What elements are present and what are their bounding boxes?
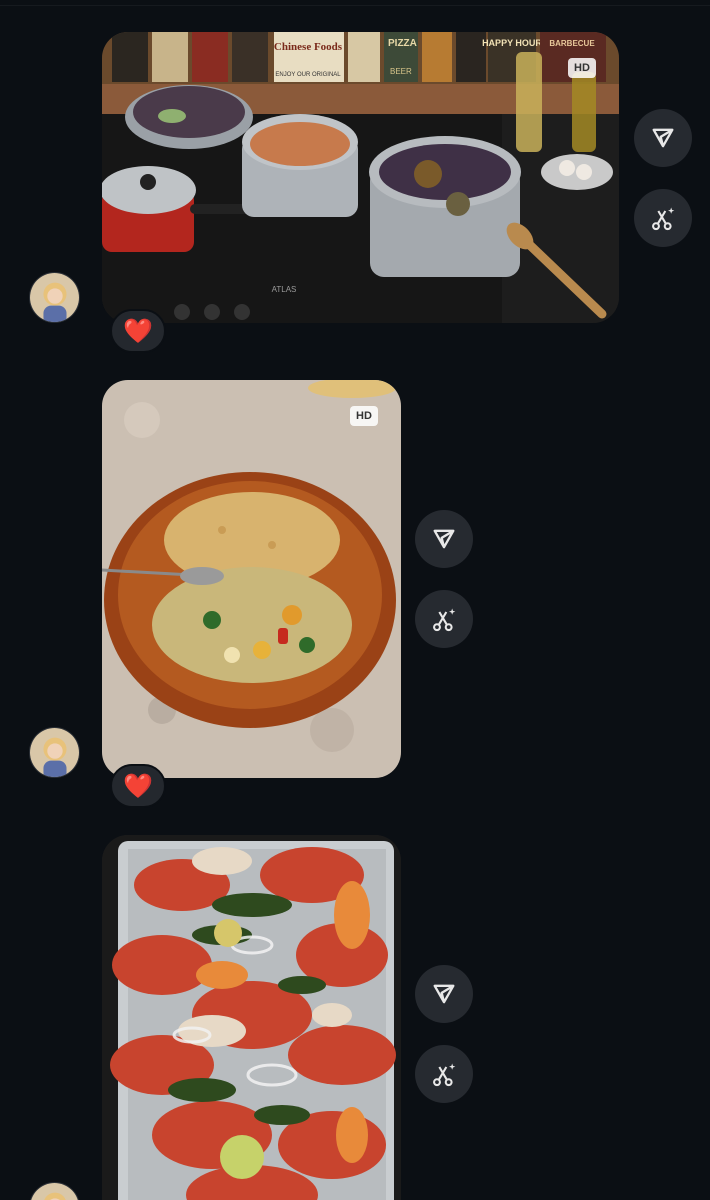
sign-happy-hour: HAPPY HOUR: [482, 38, 542, 48]
chat-photo-kitchen-pots[interactable]: Chinese Foods ENJOY OUR ORIGINAL PIZZA B…: [102, 32, 619, 323]
chat-photo-bowl-dish[interactable]: HD: [102, 380, 401, 778]
share-button[interactable]: [634, 109, 692, 167]
send-icon: [433, 529, 455, 549]
sender-avatar[interactable]: [29, 1182, 80, 1200]
chat-photo-crab-tray[interactable]: [102, 835, 401, 1200]
ai-edit-icon: [433, 608, 456, 632]
share-button[interactable]: [415, 965, 473, 1023]
sign-beer: BEER: [390, 67, 412, 76]
hd-badge: HD: [350, 406, 378, 426]
ai-edit-icon: [433, 1063, 456, 1087]
ai-edit-button[interactable]: [415, 590, 473, 648]
sign-chinese-foods: Chinese Foods: [274, 41, 343, 53]
hd-badge: HD: [568, 58, 596, 78]
heart-reaction[interactable]: ❤️: [110, 309, 166, 353]
sign-pizza: PIZZA: [388, 38, 417, 49]
share-button[interactable]: [415, 510, 473, 568]
sender-avatar[interactable]: [29, 272, 80, 323]
sign-barbecue: BARBECUE: [549, 39, 595, 48]
sign-enjoy: ENJOY OUR ORIGINAL: [275, 72, 341, 78]
ai-edit-icon: [652, 207, 675, 231]
stove-brand-label: ATLAS: [272, 285, 297, 294]
heart-reaction[interactable]: ❤️: [110, 764, 166, 808]
ai-edit-button[interactable]: [415, 1045, 473, 1103]
send-icon: [652, 128, 674, 148]
top-divider: [0, 0, 710, 6]
sender-avatar[interactable]: [29, 727, 80, 778]
send-icon: [433, 984, 455, 1004]
ai-edit-button[interactable]: [634, 189, 692, 247]
